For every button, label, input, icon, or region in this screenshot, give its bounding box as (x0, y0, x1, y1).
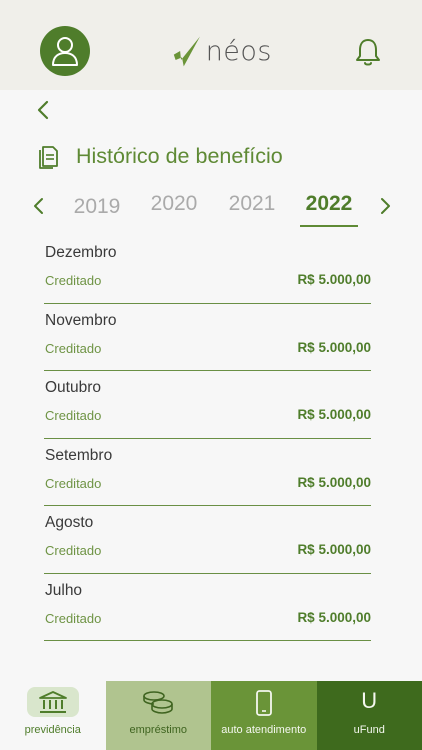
ufund-icon: U (361, 688, 378, 713)
amount-value: R$ 5.000,00 (297, 407, 371, 422)
profile-button[interactable] (40, 26, 90, 76)
nav-label: uFund (353, 724, 385, 736)
amount-value: R$ 5.000,00 (297, 272, 371, 287)
year-tab-2022[interactable]: 2022 (300, 192, 358, 216)
chevron-right-icon (381, 198, 390, 214)
selected-year-indicator (300, 225, 358, 227)
month-label: Agosto (45, 514, 94, 531)
active-tab-pill (26, 687, 79, 717)
month-label: Novembro (45, 311, 117, 329)
month-label: Julho (45, 581, 83, 599)
prev-year-button[interactable] (28, 194, 48, 218)
year-selector: 2019 2020 2021 2022 (0, 186, 422, 230)
list-item[interactable]: Julho Creditado R$ 5.000,00 (44, 574, 371, 641)
list-item[interactable]: Novembro Creditado R$ 5.000,00 (44, 304, 371, 371)
amount-value: R$ 5.000,00 (297, 609, 371, 625)
amount-value: R$ 5.000,00 (297, 542, 371, 557)
logo-text: néos (205, 35, 272, 67)
nav-tab-previdencia[interactable]: previdência (0, 681, 106, 750)
list-item[interactable]: Outubro Creditado R$ 5.000,00 (44, 371, 371, 439)
bell-icon (356, 39, 380, 66)
page-title: Histórico de benefício (76, 143, 283, 168)
amount-value: R$ 5.000,00 (297, 339, 371, 355)
coins-icon (141, 689, 175, 715)
status-label: Creditado (45, 543, 102, 558)
month-label: Dezembro (45, 244, 117, 261)
page-title-row: Histórico de benefício (38, 141, 283, 171)
list-item[interactable]: Agosto Creditado R$ 5.000,00 (44, 506, 371, 574)
month-label: Setembro (45, 446, 113, 464)
brand-logo: néos (172, 30, 272, 72)
amount-value: R$ 5.000,00 (297, 474, 371, 490)
document-icon (39, 146, 58, 169)
status-label: Creditado (45, 475, 102, 491)
list-item[interactable]: Setembro Creditado R$ 5.000,00 (44, 439, 371, 506)
list-item[interactable]: Dezembro Creditado R$ 5.000,00 (44, 236, 371, 304)
logo-mark-icon (173, 36, 200, 67)
year-tab-2019[interactable]: 2019 (72, 195, 122, 219)
app-header: néos (0, 0, 422, 90)
phone-icon (254, 689, 274, 717)
status-label: Creditado (45, 340, 102, 356)
notifications-button[interactable] (352, 36, 384, 68)
year-tab-2021[interactable]: 2021 (226, 192, 278, 216)
status-label: Creditado (45, 273, 102, 288)
bottom-navigation: previdência empréstimo auto atendimento … (0, 681, 422, 750)
nav-tab-emprestimo[interactable]: empréstimo (105, 681, 211, 750)
nav-label: empréstimo (129, 724, 187, 736)
nav-tab-auto-atendimento[interactable]: auto atendimento (211, 681, 317, 750)
year-tab-2020[interactable]: 2020 (148, 192, 200, 216)
nav-label: previdência (24, 724, 81, 736)
nav-tab-ufund[interactable]: U uFund (316, 681, 422, 750)
month-label: Outubro (45, 379, 102, 396)
benefit-history-list: Dezembro Creditado R$ 5.000,00 Novembro … (44, 236, 371, 641)
chevron-left-icon (37, 100, 49, 120)
nav-label: auto atendimento (221, 724, 307, 736)
status-label: Creditado (45, 610, 102, 626)
next-year-button[interactable] (376, 194, 396, 218)
user-icon (52, 37, 78, 66)
chevron-left-icon (34, 198, 43, 214)
bank-icon (38, 691, 67, 713)
back-button[interactable] (32, 98, 54, 122)
status-label: Creditado (45, 408, 102, 423)
